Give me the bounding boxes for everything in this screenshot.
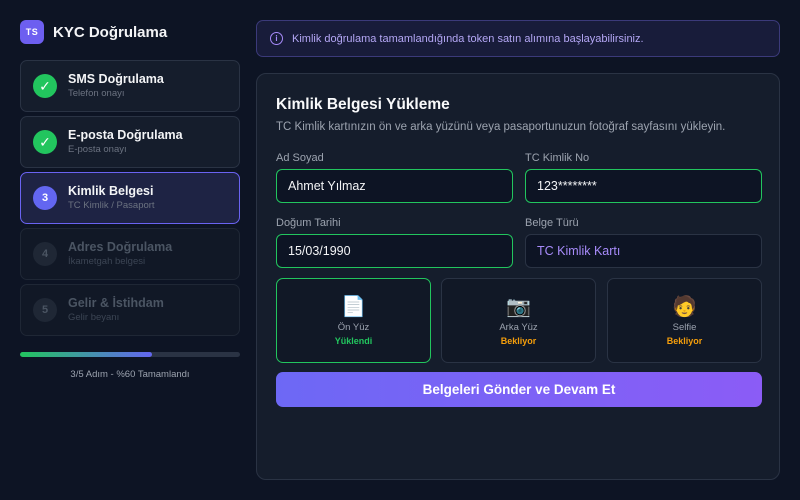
camera-icon: 📷	[506, 295, 531, 318]
step-number: 4	[33, 242, 57, 266]
step-address[interactable]: 4 Adres Doğrulama İkametgah belgesi	[20, 228, 240, 280]
progress-fill	[20, 352, 152, 357]
step-email[interactable]: ✓ E-posta Doğrulama E-posta onayı	[20, 116, 240, 168]
document-type-select[interactable]: TC Kimlik Kartı	[525, 234, 762, 268]
step-income[interactable]: 5 Gelir & İstihdam Gelir beyanı	[20, 284, 240, 336]
name-label: Ad Soyad	[276, 152, 324, 164]
step-subtitle: Gelir beyanı	[68, 312, 120, 323]
info-banner: i Kimlik doğrulama tamamlandığında token…	[256, 20, 780, 57]
step-text: Adres Doğrulama İkametgah belgesi	[68, 240, 172, 268]
step-text: Gelir & İstihdam Gelir beyanı	[68, 296, 164, 324]
upload-selfie[interactable]: 🧑 Selfie Bekliyor	[607, 278, 762, 363]
step-title: Adres Doğrulama	[68, 240, 173, 254]
progress-bar	[20, 352, 240, 357]
upload-front[interactable]: 📄 Ön Yüz Yüklendi	[276, 278, 431, 363]
step-text: SMS Doğrulama Telefon onayı	[68, 72, 164, 100]
document-icon: 📄	[341, 295, 366, 318]
upload-label: Ön Yüz	[337, 321, 370, 333]
step-title: Gelir & İstihdam	[68, 296, 164, 310]
step-subtitle: İkametgah belgesi	[68, 256, 146, 267]
identity-upload-card: Kimlik Belgesi Yükleme TC Kimlik kartını…	[256, 73, 780, 480]
brand: TS KYC Doğrulama	[20, 20, 167, 44]
step-title: SMS Doğrulama	[68, 72, 164, 86]
sidebar: TS KYC Doğrulama ✓ SMS Doğrulama Telefon…	[0, 0, 256, 500]
banner-text: Kimlik doğrulama tamamlandığında token s…	[292, 32, 644, 45]
birth-date-input[interactable]: 15/03/1990	[276, 234, 513, 268]
step-number: 5	[33, 298, 57, 322]
selfie-icon: 🧑	[672, 295, 697, 318]
submit-documents-button[interactable]: Belgeleri Gönder ve Devam Et	[276, 372, 762, 407]
tc-label: TC Kimlik No	[525, 152, 590, 164]
upload-label: Arka Yüz	[499, 321, 538, 333]
step-number: 3	[33, 186, 57, 210]
step-subtitle: E-posta onayı	[68, 144, 127, 155]
progress-text: 3/5 Adım - %60 Tamamlandı	[70, 369, 190, 380]
step-title: E-posta Doğrulama	[68, 128, 183, 142]
upload-status: Yüklendi	[334, 335, 373, 346]
brand-title: KYC Doğrulama	[53, 23, 168, 41]
upload-status: Bekliyor	[500, 335, 537, 346]
info-icon: i	[270, 32, 283, 45]
step-status-icon: ✓	[33, 130, 57, 154]
tc-input[interactable]: 123********	[525, 169, 762, 203]
step-text: E-posta Doğrulama E-posta onayı	[68, 128, 183, 156]
step-sms[interactable]: ✓ SMS Doğrulama Telefon onayı	[20, 60, 240, 112]
document-type-label: Belge Türü	[525, 217, 579, 229]
upload-label: Selfie	[672, 321, 697, 333]
step-status-icon: ✓	[33, 74, 57, 98]
card-title: Kimlik Belgesi Yükleme	[276, 96, 450, 113]
step-text: Kimlik Belgesi TC Kimlik / Pasaport	[68, 184, 155, 212]
steps-list: ✓ SMS Doğrulama Telefon onayı ✓ E-posta …	[20, 60, 240, 340]
birth-date-label: Doğum Tarihi	[276, 217, 341, 229]
brand-logo: TS	[20, 20, 44, 44]
card-description: TC Kimlik kartınızın ön ve arka yüzünü v…	[276, 121, 726, 133]
upload-back[interactable]: 📷 Arka Yüz Bekliyor	[441, 278, 596, 363]
step-title: Kimlik Belgesi	[68, 184, 154, 198]
step-identity[interactable]: 3 Kimlik Belgesi TC Kimlik / Pasaport	[20, 172, 240, 224]
upload-status: Bekliyor	[666, 335, 703, 346]
step-subtitle: TC Kimlik / Pasaport	[68, 200, 155, 211]
step-subtitle: Telefon onayı	[68, 88, 125, 99]
name-input[interactable]: Ahmet Yılmaz	[276, 169, 513, 203]
